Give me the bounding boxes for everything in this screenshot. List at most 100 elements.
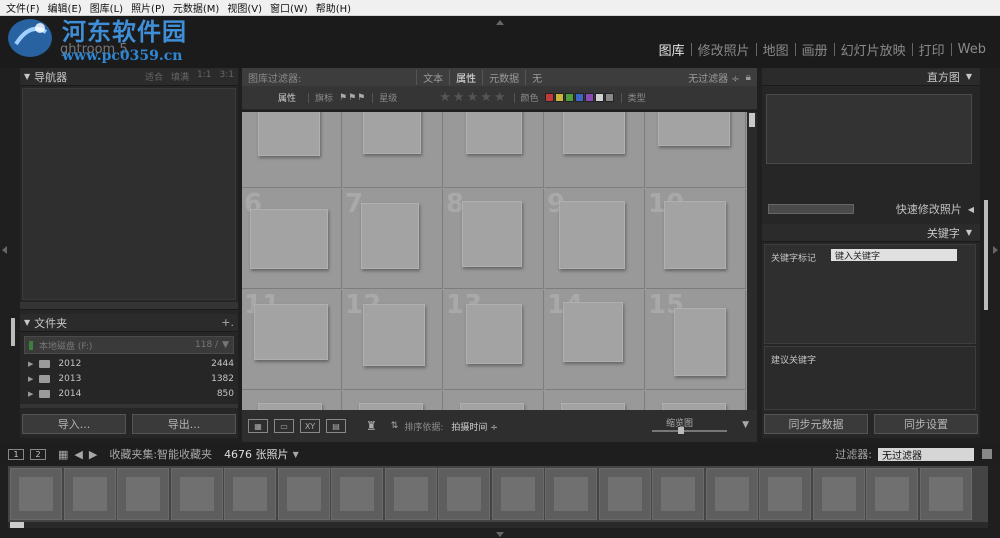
menu-help[interactable]: 帮助(H) <box>312 0 355 15</box>
disclosure-triangle-icon[interactable]: ▶ <box>28 375 33 383</box>
left-panel-toggle-icon[interactable] <box>2 246 7 254</box>
histogram-header[interactable]: 直方图 ▼ <box>762 68 980 86</box>
filmstrip-thumbnail[interactable] <box>759 468 811 520</box>
nav-opt-3to1[interactable]: 3:1 <box>220 70 234 83</box>
photo-thumbnail[interactable] <box>662 403 726 410</box>
photo-thumbnail[interactable] <box>258 112 320 156</box>
painter-icon[interactable]: ♜ <box>366 419 377 433</box>
star-icon[interactable]: ★ <box>467 90 479 105</box>
thumbnail-size-knob[interactable] <box>678 427 684 434</box>
volume-dropdown-icon[interactable]: ▼ <box>222 340 229 350</box>
color-swatch[interactable] <box>564 93 574 102</box>
nav-opt-fit[interactable]: 适合 <box>145 70 163 83</box>
grid-cell[interactable] <box>444 112 544 188</box>
grid-cell[interactable] <box>545 112 645 188</box>
module-library[interactable]: 图库 <box>653 40 691 59</box>
survey-view-icon[interactable]: ▤ <box>326 419 346 433</box>
filmstrip-thumbnail[interactable] <box>812 468 865 520</box>
color-swatch[interactable] <box>594 93 604 102</box>
filter-tab-text[interactable]: 文本 <box>416 69 449 85</box>
grid-cell[interactable] <box>242 112 342 188</box>
photo-thumbnail[interactable] <box>361 203 419 269</box>
filter-tab-attribute[interactable]: 属性 <box>449 69 482 85</box>
nav-opt-fill[interactable]: 填满 <box>171 70 189 83</box>
photo-thumbnail[interactable] <box>462 201 522 267</box>
photo-thumbnail[interactable] <box>664 201 726 269</box>
nav-opt-1to1[interactable]: 1:1 <box>197 70 211 83</box>
module-slideshow[interactable]: 幻灯片放映 <box>835 40 912 59</box>
filmstrip-thumbnail[interactable] <box>224 468 276 520</box>
keyword-entry-select[interactable]: 键入关键字 <box>831 249 957 262</box>
photo-thumbnail[interactable] <box>359 403 423 410</box>
module-develop[interactable]: 修改照片 <box>692 40 756 59</box>
grid-scrollbar[interactable] <box>747 112 757 410</box>
collections-collapsed-header[interactable] <box>20 404 238 408</box>
photo-count[interactable]: 4676 张照片 <box>224 446 289 462</box>
color-swatch[interactable] <box>584 93 594 102</box>
folder-row[interactable]: ▶ 2014 850 <box>28 386 234 401</box>
grid-cell[interactable] <box>646 112 746 188</box>
quick-develop-header[interactable]: 快速修改照片 ◀ <box>762 200 980 218</box>
right-panel-toggle-icon[interactable] <box>993 246 998 254</box>
module-map[interactable]: 地图 <box>757 40 795 59</box>
grid-cell[interactable]: 13 <box>444 290 544 390</box>
quick-develop-preset[interactable] <box>768 204 854 214</box>
filmstrip-thumbnail[interactable] <box>63 468 116 520</box>
photo-thumbnail[interactable] <box>460 403 524 410</box>
filter-tab-metadata[interactable]: 元数据 <box>482 69 525 85</box>
star-icon[interactable]: ★ <box>439 90 451 105</box>
dropdown-icon[interactable]: ▼ <box>293 450 299 459</box>
filmstrip-thumbnail[interactable] <box>10 468 62 520</box>
filmstrip-thumbnail[interactable] <box>170 468 223 520</box>
filmstrip-thumbnail[interactable] <box>384 468 437 520</box>
folder-row[interactable]: ▶ 2012 2444 <box>28 356 234 371</box>
window-2-button[interactable]: 2 <box>30 448 46 460</box>
grid-cell[interactable]: 15 <box>646 290 746 390</box>
filmstrip-thumbnail[interactable] <box>919 468 972 520</box>
thumbnail-size-slider[interactable] <box>652 430 727 432</box>
photo-thumbnail[interactable] <box>658 112 730 146</box>
folder-row[interactable]: ▶ 2013 1382 <box>28 371 234 386</box>
import-button[interactable]: 导入... <box>22 414 126 434</box>
filmstrip-thumbnail[interactable] <box>705 468 758 520</box>
volume-row[interactable]: 本地磁盘 (F:) 118 / ▼ <box>24 336 234 354</box>
grid-cell[interactable] <box>343 391 443 410</box>
module-book[interactable]: 画册 <box>796 40 834 59</box>
grid-cell[interactable]: 14 <box>545 290 645 390</box>
photo-thumbnail[interactable] <box>563 302 623 362</box>
grid-cell[interactable]: 8 <box>444 189 544 289</box>
filmstrip-thumbnail[interactable] <box>491 468 544 520</box>
grid-cell[interactable] <box>242 391 342 410</box>
photo-thumbnail[interactable] <box>363 304 425 366</box>
back-arrow-icon[interactable]: ◀ <box>74 448 82 461</box>
filmstrip-thumbnail[interactable] <box>117 468 169 520</box>
menu-window[interactable]: 窗口(W) <box>266 0 312 15</box>
menu-view[interactable]: 视图(V) <box>223 0 266 15</box>
grid-cell[interactable]: 9 <box>545 189 645 289</box>
star-icon[interactable]: ★ <box>480 90 492 105</box>
rating-stars[interactable]: ★ ★ ★ ★ ★ <box>439 90 507 105</box>
color-swatch[interactable] <box>604 93 614 102</box>
toolbar-menu-icon[interactable]: ▼ <box>742 420 749 430</box>
filmstrip-scrollbar-thumb[interactable] <box>10 522 24 528</box>
filmstrip-scrollbar[interactable] <box>8 522 988 528</box>
photo-thumbnail[interactable] <box>250 209 328 269</box>
grid-cell[interactable]: 12 <box>343 290 443 390</box>
catalog-collapsed-header[interactable] <box>20 302 238 310</box>
filmstrip-thumbnail[interactable] <box>866 468 918 520</box>
loupe-view-icon[interactable]: ▭ <box>274 419 294 433</box>
filmstrip-thumbnail[interactable] <box>331 468 383 520</box>
photo-thumbnail[interactable] <box>466 112 522 154</box>
filmstrip-thumbnail[interactable] <box>545 468 597 520</box>
star-icon[interactable]: ★ <box>494 90 506 105</box>
photo-thumbnail[interactable] <box>258 403 322 410</box>
sort-select[interactable]: 拍摄时间 ÷ <box>451 420 497 433</box>
color-swatch[interactable] <box>574 93 584 102</box>
grid-scrollbar-thumb[interactable] <box>749 113 755 127</box>
filter-switch-icon[interactable] <box>982 449 992 459</box>
filmstrip-thumbnail[interactable] <box>277 468 330 520</box>
menu-file[interactable]: 文件(F) <box>2 0 44 15</box>
grid-cell[interactable]: 6 <box>242 189 342 289</box>
left-scrollbar[interactable] <box>11 318 15 346</box>
photo-thumbnail[interactable] <box>466 304 522 364</box>
